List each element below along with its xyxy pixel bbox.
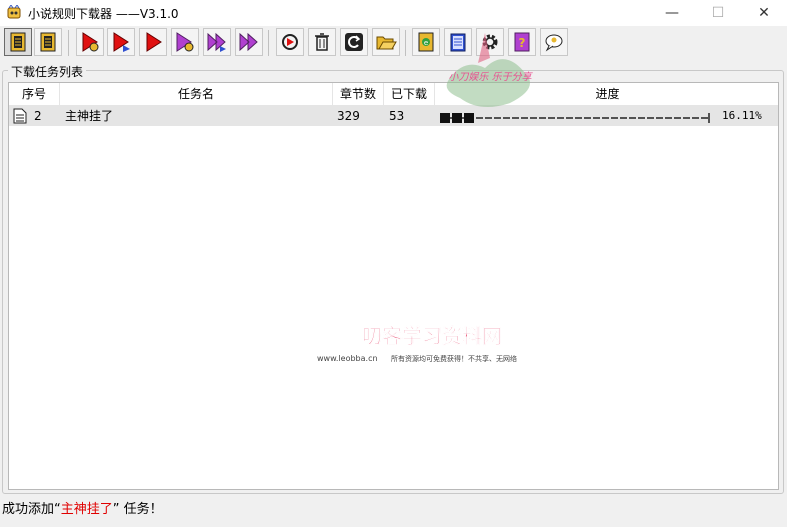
close-icon: ✕ <box>758 5 770 21</box>
maximize-button[interactable]: ☐ <box>695 0 741 26</box>
status-suffix: ” 任务！ <box>112 502 163 517</box>
stamp-watermark: 小刀娱乐 乐于分享 <box>446 33 534 107</box>
start-next-icon <box>113 32 130 52</box>
start-all-settings-button[interactable] <box>171 28 199 56</box>
minimize-button[interactable]: — <box>649 0 695 26</box>
status-prefix: 成功添加“ <box>2 502 61 517</box>
row-index: 2 <box>34 109 42 123</box>
fast-forward-button[interactable] <box>203 28 231 56</box>
status-message: 成功添加“主神挂了” 任务！ <box>2 498 163 517</box>
start-with-settings-button[interactable] <box>76 28 104 56</box>
skip-all-icon <box>239 32 258 52</box>
app-icon <box>7 5 21 19</box>
minimize-icon: — <box>665 5 679 21</box>
status-bar: 成功添加“主神挂了” 任务！ <box>0 496 787 527</box>
row-progress-label: 16.11% <box>722 109 762 122</box>
column-chapters-header[interactable]: 章节数 <box>333 83 384 105</box>
title-bar: 小说规则下载器 ——V3.1.0 — ☐ ✕ <box>0 0 787 26</box>
tasks-group-title: 下载任务列表 <box>8 63 87 80</box>
column-index-header[interactable]: 序号 <box>9 83 60 105</box>
watermark-url: www.leobba.cn <box>317 354 378 363</box>
toolbar: e ? <box>0 26 787 60</box>
row-task-name: 主神挂了 <box>65 109 114 123</box>
window-title: 小说规则下载器 ——V3.1.0 <box>28 7 179 21</box>
task-list[interactable]: 序号 任务名 章节数 已下载 进度 2 主神挂了 329 53 16.11% 叨… <box>8 82 779 490</box>
task-list-icon <box>40 32 56 52</box>
row-chapter-count: 329 <box>337 109 360 123</box>
replay-button[interactable] <box>276 28 304 56</box>
column-downloaded-header[interactable]: 已下载 <box>384 83 435 105</box>
watermark-tagline: 所有资源均可免费获得！不共享、无网络 <box>391 354 517 363</box>
rule-list-button[interactable] <box>4 28 32 56</box>
delete-icon <box>315 33 329 51</box>
skip-all-button[interactable] <box>235 28 263 56</box>
refresh-icon <box>345 33 363 51</box>
column-name-header[interactable]: 任务名 <box>60 83 333 105</box>
watermark: 叨客学习资料网 www.leobba.cn 所有资源均可免费获得！不共享、无网络 <box>317 324 517 363</box>
row-downloaded-count: 53 <box>389 109 405 123</box>
start-button[interactable] <box>139 28 167 56</box>
maximize-icon: ☐ <box>711 5 725 21</box>
status-task-name: 主神挂了 <box>60 502 113 517</box>
start-icon <box>146 32 162 52</box>
start-all-settings-icon <box>176 32 194 52</box>
delete-button[interactable] <box>308 28 336 56</box>
fast-forward-icon <box>207 32 226 52</box>
watermark-title: 叨客学习资料网 <box>362 324 502 348</box>
refresh-button[interactable] <box>340 28 368 56</box>
document-icon <box>13 108 27 124</box>
start-next-button[interactable] <box>107 28 135 56</box>
stamp-text: 小刀娱乐 乐于分享 <box>448 71 533 83</box>
start-with-settings-icon <box>82 32 99 52</box>
close-button[interactable]: ✕ <box>741 0 787 26</box>
rule-list-icon <box>10 32 26 52</box>
replay-icon <box>282 34 298 50</box>
table-row[interactable]: 2 主神挂了 329 53 16.11% <box>9 106 778 126</box>
task-list-header: 序号 任务名 章节数 已下载 进度 <box>9 83 778 106</box>
task-list-button[interactable] <box>34 28 62 56</box>
svg-text:e: e <box>424 39 428 47</box>
folder-open-button[interactable] <box>372 28 400 56</box>
folder-open-icon <box>376 36 397 50</box>
